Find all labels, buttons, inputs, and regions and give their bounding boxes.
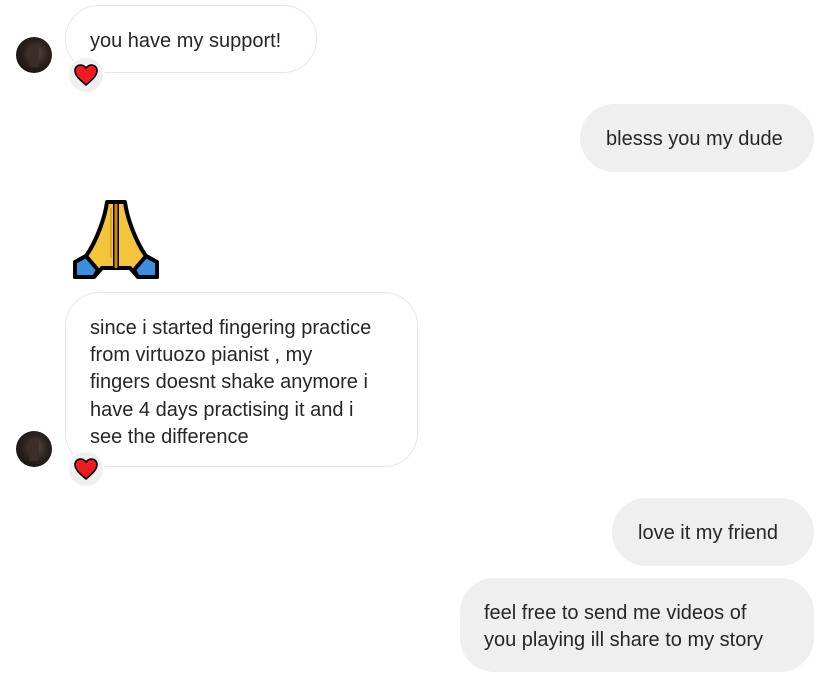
heart-icon: [74, 64, 98, 86]
message-bubble[interactable]: feel free to send me videos of you playi…: [460, 578, 814, 672]
message-bubble[interactable]: since i started fingering practice from …: [65, 292, 418, 467]
message-bubble[interactable]: love it my friend: [612, 498, 814, 566]
message-bubble[interactable]: you have my support!: [65, 5, 317, 73]
folded-hands-icon[interactable]: [72, 198, 160, 280]
avatar[interactable]: [16, 37, 52, 73]
message-bubble[interactable]: blesss you my dude: [580, 104, 814, 172]
avatar-figure: [29, 439, 39, 461]
avatar-figure: [29, 45, 39, 67]
heart-reaction[interactable]: [67, 450, 105, 488]
heart-icon: [74, 458, 98, 480]
heart-reaction[interactable]: [67, 56, 105, 94]
avatar[interactable]: [16, 431, 52, 467]
